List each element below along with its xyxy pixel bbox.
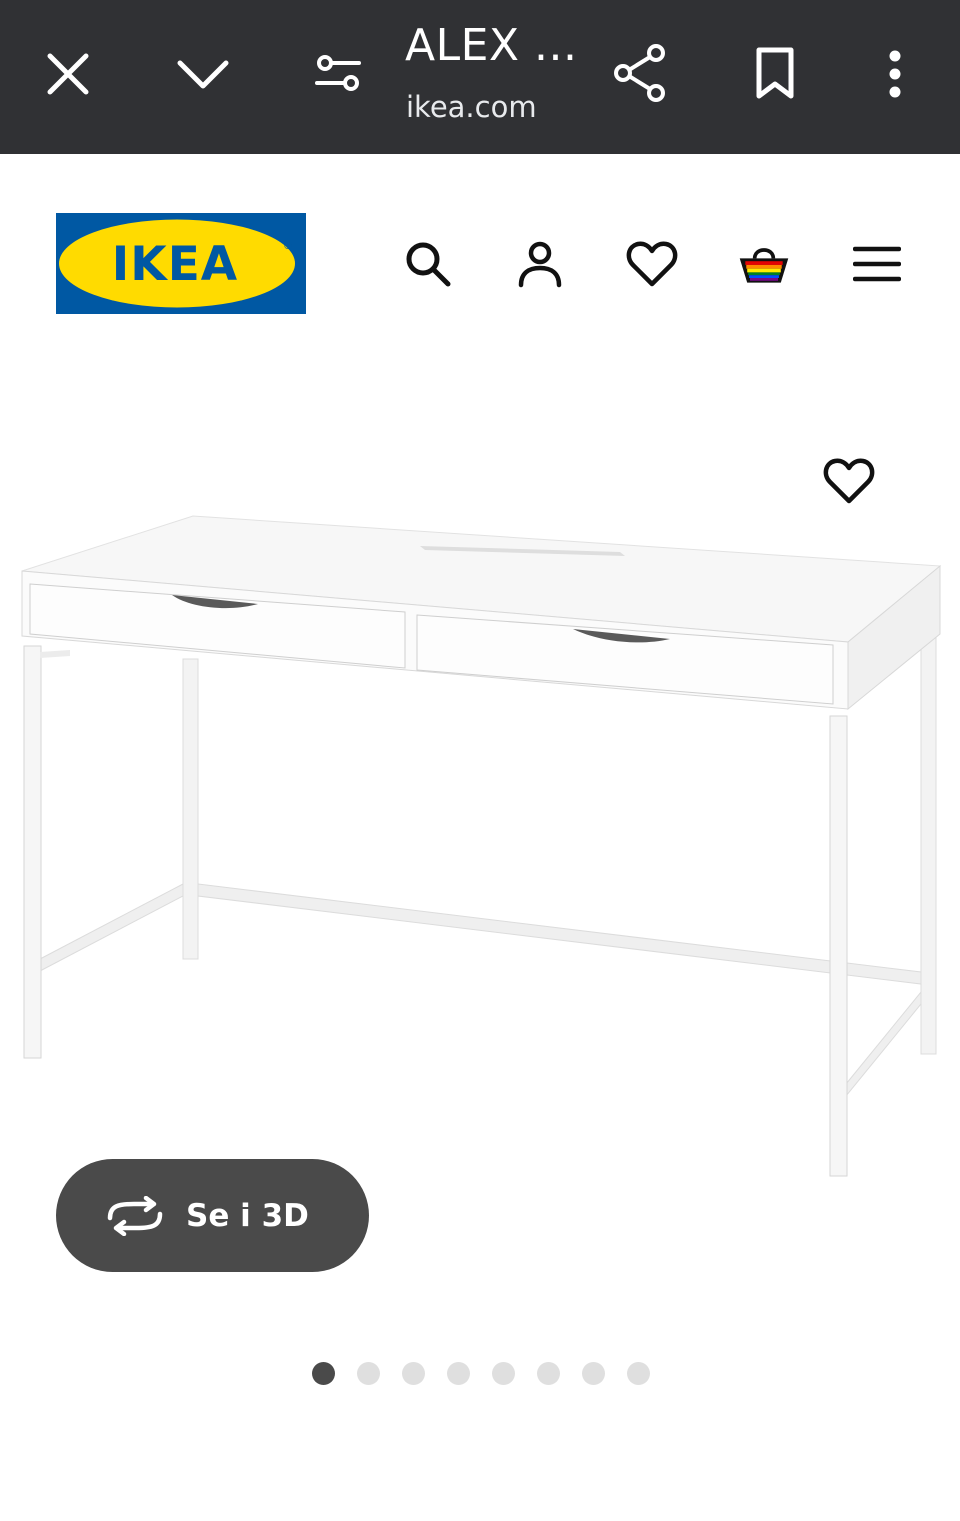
browser-toolbar: ALEX ... ikea.com xyxy=(0,0,960,154)
page-settings-button[interactable] xyxy=(310,48,366,98)
svg-text:IKEA: IKEA xyxy=(112,237,238,292)
close-icon xyxy=(47,53,89,95)
basket-icon xyxy=(739,248,789,283)
gallery-pagination xyxy=(0,1362,960,1386)
gallery-dot[interactable] xyxy=(312,1362,335,1385)
minimize-button[interactable] xyxy=(172,44,234,104)
svg-text:®: ® xyxy=(283,241,293,252)
product-gallery[interactable]: Se i 3D xyxy=(0,354,960,1434)
gallery-dot[interactable] xyxy=(447,1362,470,1385)
product-image xyxy=(21,515,942,1177)
more-options-button[interactable] xyxy=(874,44,916,104)
heart-icon xyxy=(626,241,678,287)
heart-icon xyxy=(823,458,875,504)
rotate-3d-icon xyxy=(107,1195,163,1236)
more-vert-icon xyxy=(889,50,901,98)
view-3d-label: Se i 3D xyxy=(186,1197,309,1234)
page-url: ikea.com xyxy=(406,90,537,124)
gallery-dot[interactable] xyxy=(582,1362,605,1385)
site-header: IKEA ® xyxy=(0,154,960,354)
search-icon xyxy=(406,242,451,287)
gallery-dot[interactable] xyxy=(357,1362,380,1385)
bookmark-button[interactable] xyxy=(748,44,802,102)
page-title: ALEX ... xyxy=(405,20,578,71)
search-button[interactable] xyxy=(400,236,456,292)
share-button[interactable] xyxy=(610,40,670,106)
menu-icon xyxy=(853,246,901,282)
gallery-dot[interactable] xyxy=(402,1362,425,1385)
account-icon xyxy=(518,241,562,288)
tune-icon xyxy=(315,55,361,91)
add-to-wishlist-button[interactable] xyxy=(820,452,878,510)
chevron-down-icon xyxy=(177,60,229,89)
wishlist-button[interactable] xyxy=(624,236,680,292)
basket-button[interactable] xyxy=(736,236,792,292)
gallery-dot[interactable] xyxy=(537,1362,560,1385)
gallery-dot[interactable] xyxy=(627,1362,650,1385)
view-3d-button[interactable]: Se i 3D xyxy=(56,1159,369,1272)
bookmark-icon xyxy=(756,47,794,99)
menu-button[interactable] xyxy=(849,236,905,292)
gallery-dot[interactable] xyxy=(492,1362,515,1385)
ikea-logo[interactable]: IKEA ® xyxy=(56,213,306,314)
account-button[interactable] xyxy=(512,236,568,292)
close-button[interactable] xyxy=(38,44,98,104)
share-icon xyxy=(614,44,665,102)
